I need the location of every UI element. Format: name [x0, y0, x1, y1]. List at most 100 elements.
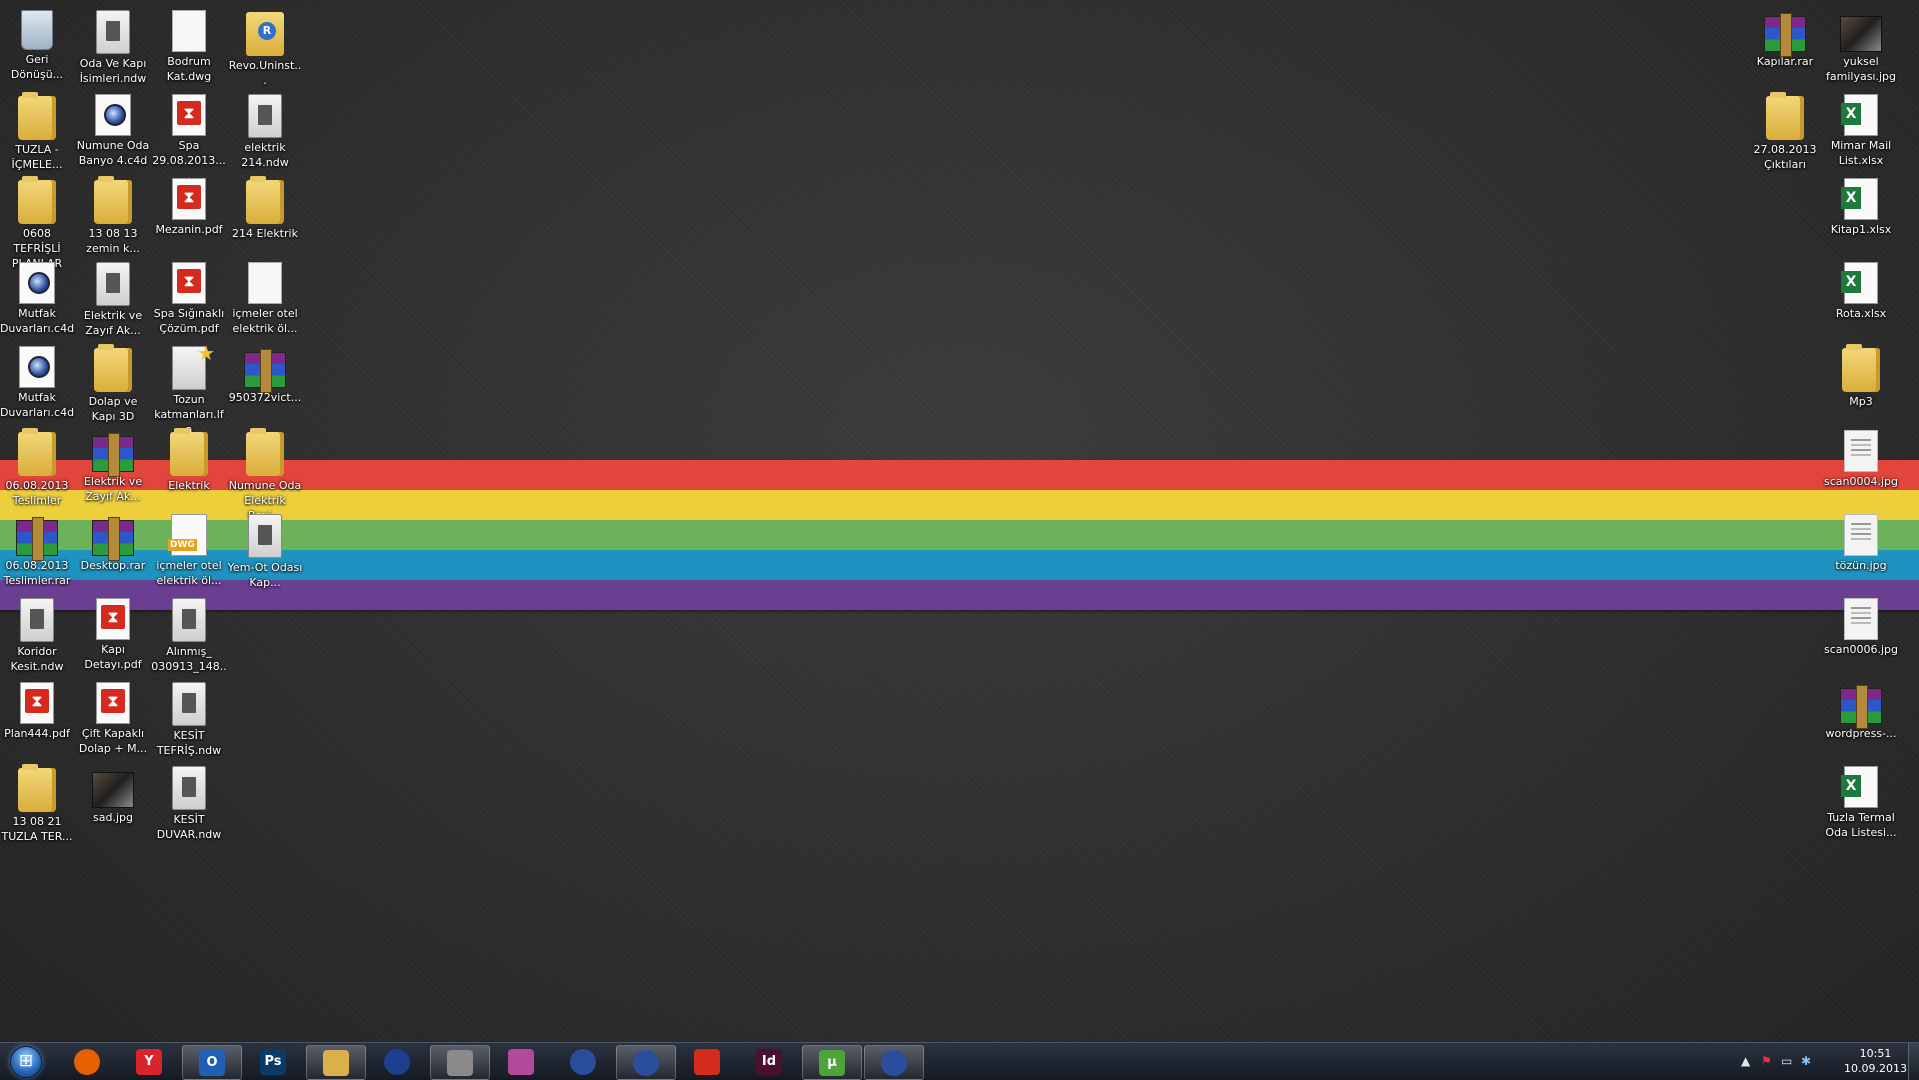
cinema4d-icon	[384, 1048, 410, 1075]
desktop-icon-label: Çift Kapaklı Dolap + M...	[78, 727, 148, 755]
rar-archive-icon	[244, 349, 286, 393]
dwg-file-icon	[168, 514, 207, 556]
acrobat-icon	[694, 1048, 720, 1075]
indesign-icon: Id	[756, 1048, 782, 1075]
bluetooth-icon[interactable]: ✱	[1801, 1054, 1811, 1068]
pdf-file-icon	[172, 94, 206, 136]
rar-archive-icon	[92, 433, 134, 477]
desktop-icon[interactable]: Tuzla Termal Oda Listesi...	[1823, 760, 1899, 860]
recycle-bin-icon	[21, 10, 53, 50]
desktop-icon-label: 13 08 21 TUZLA TER...	[1, 815, 73, 843]
clock-date: 10.09.2013	[1844, 1062, 1907, 1075]
document-icon	[248, 262, 282, 304]
desktop-icon-label: TUZLA - İÇMELE...	[11, 143, 63, 171]
ndw-file-icon	[20, 598, 54, 642]
desktop-icon-label: 13 08 13 zemin k...	[86, 227, 140, 255]
desktop-icon-label: Dolap ve Kapı 3D	[88, 395, 138, 423]
desktop-icon[interactable]: sad.jpg	[75, 760, 151, 860]
document-icon	[172, 10, 206, 52]
scan-image-icon	[1844, 430, 1878, 472]
desktop-icon-label: yuksel familyası.jpg	[1826, 55, 1896, 83]
taskbar: Y O Ps Id µ ▲ ⚑ ▭ ✱ 10:51 10.09.2013	[0, 1042, 1919, 1080]
folder-icon	[94, 344, 132, 392]
desktop-icon-label: Koridor Kesit.ndw	[10, 645, 64, 673]
desktop-icon-label: Yem-Ot Odası Kap...	[227, 561, 303, 589]
folder-icon	[18, 764, 56, 812]
desktop-icon[interactable]: 27.08.2013 Çıktıları	[1747, 88, 1823, 188]
paint-tool-icon	[508, 1048, 534, 1075]
outlook-icon: O	[199, 1049, 225, 1076]
folder-icon	[18, 92, 56, 140]
start-button[interactable]	[6, 1045, 46, 1078]
desktop-icon-label: Bodrum Kat.dwg	[166, 55, 212, 83]
taskbar-app-indesign[interactable]: Id	[740, 1045, 798, 1078]
cinema4d-icon	[881, 1049, 907, 1076]
cinema4d-icon	[633, 1049, 659, 1076]
desktop-icon-label: Kitap1.xlsx	[1830, 223, 1892, 236]
taskbar-app-acrobat[interactable]	[678, 1045, 736, 1078]
taskbar-app-explorer[interactable]	[306, 1045, 366, 1080]
rar-archive-icon	[1764, 13, 1806, 57]
desktop-icon-label: scan0006.jpg	[1823, 643, 1898, 656]
desktop-icon-label: 06.08.2013 Teslimler.rar	[3, 559, 71, 587]
desktop-icon-label: Rota.xlsx	[1835, 307, 1887, 320]
lfa-file-icon	[172, 341, 215, 390]
excel-file-icon	[1841, 766, 1878, 808]
ndw-file-icon	[96, 10, 130, 54]
yandex-browser-icon: Y	[136, 1048, 162, 1075]
revo-uninstaller-icon	[246, 12, 284, 56]
taskbar-app-cad-app[interactable]	[430, 1045, 490, 1080]
clock-time: 10:51	[1859, 1047, 1892, 1060]
excel-file-icon	[1841, 178, 1878, 220]
photoshop-icon: Ps	[260, 1048, 286, 1075]
show-hidden-icons-arrow-icon[interactable]: ▲	[1741, 1054, 1750, 1068]
cad-app-icon	[447, 1049, 473, 1076]
action-center-flag-icon[interactable]: ⚑	[1761, 1054, 1772, 1068]
taskbar-app-cinema4d[interactable]	[368, 1045, 426, 1078]
taskbar-app-cinema4d-2[interactable]	[554, 1045, 612, 1078]
windows-start-orb-icon	[10, 1045, 42, 1078]
desktop-icon-label: içmeler otel elektrik öl...	[232, 307, 298, 335]
taskbar-app-cinema4d-4[interactable]	[864, 1045, 924, 1080]
network-icon[interactable]: ▭	[1781, 1054, 1792, 1068]
photo-file-icon	[92, 772, 134, 808]
pdf-file-icon	[172, 178, 206, 220]
taskbar-app-utorrent[interactable]: µ	[802, 1045, 862, 1080]
taskbar-app-firefox[interactable]	[58, 1045, 116, 1078]
rar-archive-icon	[92, 517, 134, 561]
clock[interactable]: 10:51 10.09.2013	[1844, 1046, 1907, 1076]
desktop-icon[interactable]: KESİT DUVAR.ndw	[151, 760, 227, 860]
ndw-file-icon	[248, 94, 282, 138]
desktop-icon-label: 06.08.2013 Teslimler	[5, 479, 69, 507]
ndw-file-icon	[172, 766, 206, 810]
desktop-icon[interactable]: Yem-Ot Odası Kap...	[227, 508, 303, 608]
taskbar-app-cinema4d-3[interactable]	[616, 1045, 676, 1080]
desktop: Geri Dönüşü... TUZLA - İÇMELE... 0608 TEFR…	[0, 0, 1919, 1042]
desktop-icon-label: sad.jpg	[93, 811, 133, 824]
folder-icon	[1766, 92, 1804, 140]
taskbar-app-photoshop[interactable]: Ps	[244, 1045, 302, 1078]
file-explorer-icon	[323, 1049, 349, 1076]
taskbar-app-paint-tool[interactable]	[492, 1045, 550, 1078]
excel-file-icon	[1841, 262, 1878, 304]
desktop-icon-label: Elektrik ve Zayıf Ak...	[83, 475, 143, 503]
desktop-icon-label: Oda Ve Kapı İsimleri.ndw	[79, 57, 147, 85]
cinema4d-icon	[570, 1048, 596, 1075]
desktop-icon-label: elektrik 214.ndw	[241, 141, 289, 169]
desktop-icon-label: Geri Dönüşü...	[10, 53, 64, 81]
scan-image-icon	[1844, 598, 1878, 640]
desktop-icon-label: Kapı Detayı.pdf	[84, 643, 142, 671]
show-desktop-button[interactable]	[1908, 1043, 1919, 1080]
photo-file-icon	[1840, 16, 1882, 52]
taskbar-app-yandex[interactable]: Y	[120, 1045, 178, 1078]
desktop-icon-label: 214 Elektrik	[232, 227, 298, 240]
desktop-icon[interactable]: 13 08 21 TUZLA TER...	[0, 760, 75, 860]
excel-file-icon	[1841, 94, 1878, 136]
rar-archive-icon	[16, 517, 58, 561]
desktop-icon-label: scan0004.jpg	[1823, 475, 1898, 488]
desktop-icon-label: Tuzla Termal Oda Listesi...	[1825, 811, 1897, 839]
desktop-icon-label: Elektrik	[168, 479, 210, 492]
pdf-file-icon	[96, 682, 130, 724]
taskbar-app-outlook[interactable]: O	[182, 1045, 242, 1080]
desktop-icon-label: Spa Sığınaklı Çözüm.pdf	[153, 307, 225, 335]
